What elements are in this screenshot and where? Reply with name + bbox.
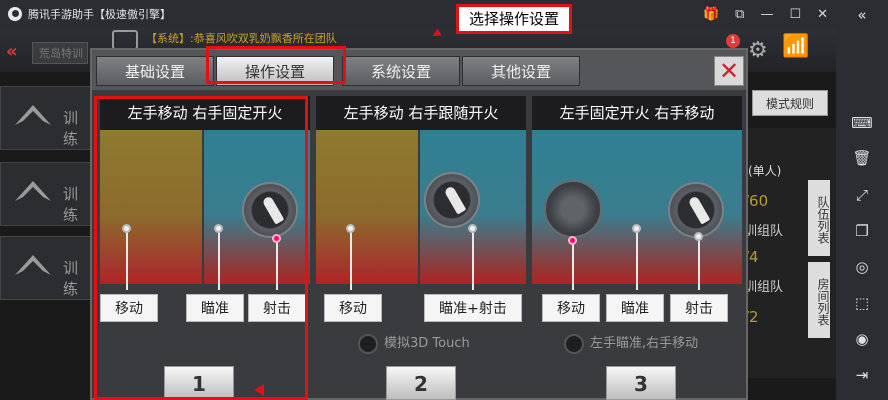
team-list-tab[interactable]: 队伍列表 [808,180,830,256]
option-label: 左手瞄准,右手移动 [590,336,699,351]
option-label: 模拟3D Touch [384,336,470,351]
pin-dot [632,224,641,233]
glider-icon [15,181,51,201]
training-item[interactable]: 训练 [0,236,92,300]
pin-dot [468,224,477,233]
gear-icon[interactable]: ⚙ [748,38,768,63]
minimize-icon[interactable]: — [760,7,773,22]
room-type: 训组队 [744,224,784,239]
expand-icon[interactable]: « [836,4,888,26]
multi-window-icon[interactable]: ❐ [836,220,888,242]
glider-icon [15,105,51,125]
left-aim-option[interactable]: 左手瞄准,右手移动 [564,332,698,356]
move-label: 移动 [324,294,382,322]
room-type: 训组队 [744,280,784,295]
fullscreen-icon[interactable]: ⤢ [836,184,888,206]
pin-dot [346,224,355,233]
arrow-icon [254,384,264,396]
emulator-window: 腾讯手游助手【极速傲引擎】 🎁 ⧉ — ☐ ✕ « ⌨ 🗑 ⤢ ❐ ◎ ⬚ ◉ … [0,0,888,400]
aim-label: 瞄准 [606,294,664,322]
settings-tab-bar: 基础设置 操作设置 系统设置 其他设置 ✕ [92,50,746,90]
game-screen: « 荒岛特训 【系统】:恭喜风吹双乳奶飘香所在团队 1 ⚙ 📶 训练 训练 训练… [0,28,836,400]
locate-icon[interactable]: ◎ [836,256,888,278]
emulator-sidebar: « ⌨ 🗑 ⤢ ❐ ◎ ⬚ ◉ ⇥ [836,0,888,400]
trash-icon[interactable]: 🗑 [836,147,888,169]
system-text: 恭喜风吹双乳奶飘香所在团队 [193,32,337,45]
pin-dot [568,236,577,245]
radio-button[interactable] [358,333,378,354]
maximize-icon[interactable]: ☐ [789,7,801,22]
window-controls: 🎁 ⧉ — ☐ ✕ [703,0,828,28]
title-bar: 腾讯手游助手【极速傲引擎】 🎁 ⧉ — ☐ ✕ [0,0,888,28]
room-list-tab[interactable]: 房间列表 [808,262,830,338]
training-item[interactable]: 训练 [0,86,92,150]
system-message: 【系统】:恭喜风吹双乳奶飘香所在团队 [146,30,337,46]
scheme-title: 左手固定开火 右手移动 [532,96,742,130]
scheme-preview [532,130,742,290]
annotation-callout: 选择操作设置 [456,4,572,34]
close-icon[interactable]: ✕ [817,7,828,22]
tab-basic-settings[interactable]: 基础设置 [96,56,214,86]
radio-button[interactable] [564,333,584,354]
double-chevron-left-icon[interactable]: « [6,40,34,64]
tab-other-settings[interactable]: 其他设置 [462,56,580,86]
control-scheme-3[interactable]: 左手固定开火 右手移动 移动 瞄准 射击 左手瞄准,右手移动 [532,96,742,396]
training-label: 训练 [63,185,79,224]
wifi-icon: 📶 [782,34,810,59]
aim-shoot-label: 瞄准+射击 [424,294,522,322]
scheme-preview [316,130,526,290]
gift-icon[interactable]: 🎁 [703,7,719,22]
exit-icon[interactable]: ⇥ [836,364,888,386]
scheme-title: 左手移动 右手跟随开火 [316,96,526,130]
screenshot-icon[interactable]: ⬚ [836,292,888,314]
annotation-box-scheme [94,96,308,400]
app-title: 腾讯手游助手【极速傲引擎】 [28,8,171,21]
move-zone [316,130,418,284]
move-label: 移动 [542,294,600,322]
fire-button-icon [668,182,724,238]
scheme-2-button[interactable]: 2 [386,366,456,400]
room-mode-text: (单人) [748,164,782,178]
scheme-3-button[interactable]: 3 [606,366,676,400]
control-scheme-2[interactable]: 左手移动 右手跟随开火 移动 瞄准+射击 模拟3D Touch [316,96,526,396]
annotation-box-tab [206,46,346,84]
training-label: 训练 [63,259,79,298]
fire-button-icon [424,172,480,228]
app-logo-icon [8,7,22,21]
mode-rule-button[interactable]: 模式规则 [752,90,828,116]
training-item[interactable]: 训练 [0,162,92,226]
pin-dot [694,232,703,241]
3d-touch-option[interactable]: 模拟3D Touch [358,332,470,356]
joystick-icon [544,180,602,238]
record-icon[interactable]: ◉ [836,328,888,350]
shoot-label: 射击 [670,294,728,322]
system-tag: 【系统】: [146,32,194,45]
glider-icon [15,255,51,275]
close-x-icon[interactable]: ✕ [714,56,744,86]
keyboard-icon[interactable]: ⌨ [836,112,888,134]
chat-icon[interactable] [112,30,138,50]
tab-system-settings[interactable]: 系统设置 [342,56,460,86]
mail-badge: 1 [726,34,740,48]
training-label: 训练 [63,109,79,148]
map-name: 荒岛特训 [32,42,88,64]
popout-icon[interactable]: ⧉ [735,7,744,22]
